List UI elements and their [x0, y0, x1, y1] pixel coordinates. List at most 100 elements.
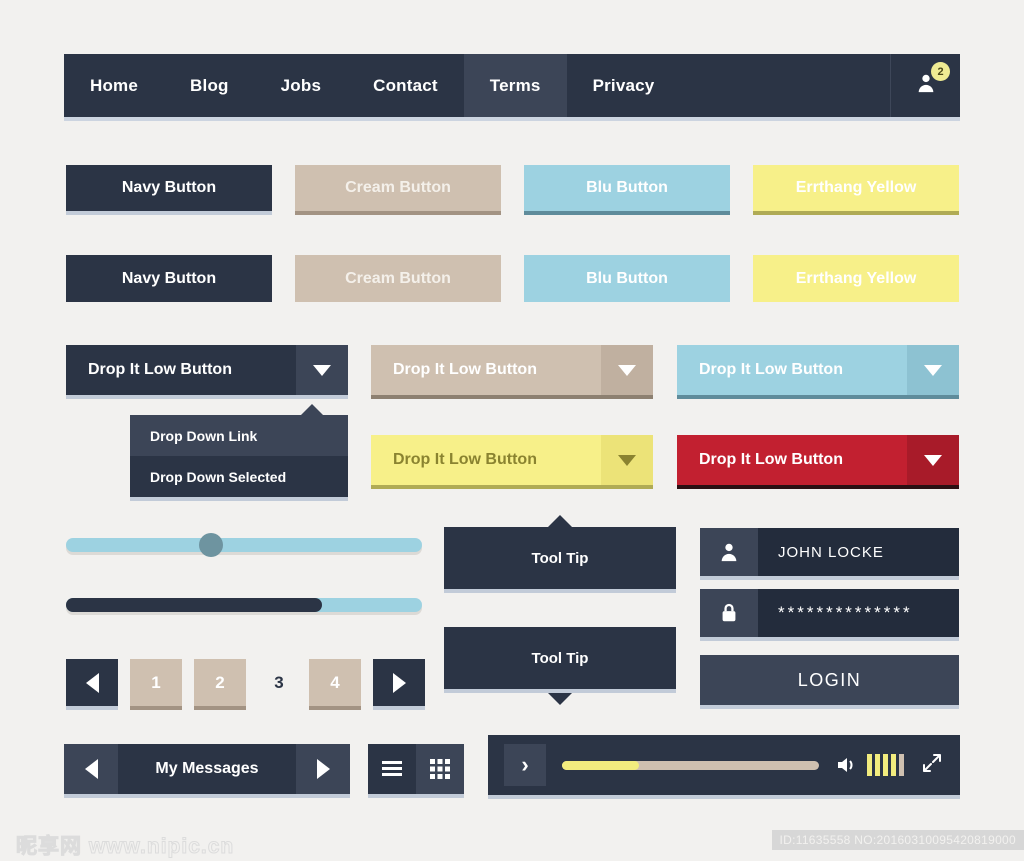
volume-control[interactable]: [835, 754, 904, 776]
triangle-right-icon: [392, 672, 406, 693]
button-label: Blu Button: [586, 179, 668, 196]
yellow-button-raised[interactable]: Errthang Yellow: [753, 165, 959, 211]
navy-button-raised[interactable]: Navy Button: [66, 165, 272, 211]
messages-next-button[interactable]: [296, 744, 350, 794]
cream-button-raised[interactable]: Cream Button: [295, 165, 501, 211]
dropdown-button-blue[interactable]: Drop It Low Button: [677, 345, 959, 395]
volume-bar-5: [899, 754, 904, 776]
navy-button-flat[interactable]: Navy Button: [66, 255, 272, 302]
login-button[interactable]: LOGIN: [700, 655, 959, 705]
user-icon: [700, 528, 758, 576]
dropdown-menu: Drop Down Link Drop Down Selected: [130, 404, 348, 497]
slider-handle[interactable]: [199, 533, 223, 557]
dropdown-button-yellow[interactable]: Drop It Low Button: [371, 435, 653, 485]
button-label: Navy Button: [121, 179, 217, 196]
login-button-label: LOGIN: [797, 669, 862, 690]
tooltip-down: Tool Tip: [444, 627, 676, 705]
nav-user-button[interactable]: 2: [890, 54, 960, 117]
dropdown-label: Drop It Low Button: [393, 361, 537, 378]
nav-label: Contact: [373, 75, 438, 95]
nav-item-terms[interactable]: Terms: [463, 54, 567, 117]
dropdown-label: Drop It Low Button: [88, 361, 232, 378]
page-label: 2: [215, 672, 225, 692]
password-value: **************: [778, 603, 913, 622]
watermark-id: ID:11635558 NO:20160310095420819000: [771, 830, 1024, 850]
speaker-icon: [838, 758, 853, 772]
list-view-button[interactable]: [368, 744, 416, 794]
triangle-left-icon: [84, 759, 98, 779]
chevron-down-icon[interactable]: [296, 345, 348, 395]
page-label: 1: [151, 672, 161, 692]
pagination-page-4[interactable]: 4: [309, 659, 361, 706]
nav-label: Jobs: [280, 75, 322, 95]
dropdown-button-navy[interactable]: Drop It Low Button: [66, 345, 348, 395]
nav-item-home[interactable]: Home: [64, 54, 164, 117]
dropdown-button-red[interactable]: Drop It Low Button: [677, 435, 959, 485]
button-label: Cream Button: [345, 179, 451, 196]
messages-title: My Messages: [118, 744, 296, 794]
play-icon: ›: [521, 752, 529, 777]
tooltip-label: Tool Tip: [531, 649, 589, 667]
pagination-page-3-current[interactable]: 3: [253, 659, 305, 706]
nav-item-contact[interactable]: Contact: [347, 54, 464, 117]
pagination-page-1[interactable]: 1: [130, 659, 182, 706]
button-label: Blu Button: [586, 269, 668, 287]
triangle-left-icon: [85, 672, 99, 693]
chevron-down-icon[interactable]: [907, 345, 959, 395]
navbar: Home Blog Jobs Contact Terms Privacy 2: [64, 54, 960, 117]
blu-button-raised[interactable]: Blu Button: [524, 165, 730, 211]
pagination-page-2[interactable]: 2: [194, 659, 246, 706]
watermark-bar: 昵享网 www.nipic.cn ID:11635558 NO:20160310…: [0, 820, 1024, 861]
page-label: 4: [330, 672, 340, 692]
progress-bar-fill: [66, 598, 322, 612]
media-player: ›: [488, 735, 960, 795]
nav-label: Home: [90, 75, 139, 95]
username-field[interactable]: JOHN LOCKE: [700, 528, 959, 576]
button-label: Errthang Yellow: [795, 269, 917, 287]
chevron-down-icon[interactable]: [601, 435, 653, 485]
lock-icon: [700, 589, 758, 637]
range-slider[interactable]: [66, 533, 422, 557]
password-field[interactable]: **************: [700, 589, 959, 637]
menu-item-label: Drop Down Link: [150, 427, 258, 444]
pagination-prev[interactable]: [66, 659, 118, 706]
cream-button-flat[interactable]: Cream Button: [295, 255, 501, 302]
tooltip-label: Tool Tip: [531, 549, 589, 567]
nav-label: Terms: [489, 75, 541, 95]
nav-item-jobs[interactable]: Jobs: [255, 54, 347, 117]
list-view-icon: [382, 761, 402, 776]
nav-item-blog[interactable]: Blog: [164, 54, 255, 117]
play-button[interactable]: ›: [504, 744, 546, 786]
ui-kit-canvas: Home Blog Jobs Contact Terms Privacy 2 N…: [0, 0, 1024, 861]
dropdown-label: Drop It Low Button: [699, 451, 843, 468]
page-label: 3: [274, 672, 284, 692]
chevron-down-icon[interactable]: [601, 345, 653, 395]
fullscreen-button[interactable]: [920, 751, 944, 780]
media-progress-track[interactable]: [562, 760, 819, 770]
volume-bar-4: [891, 754, 896, 776]
triangle-right-icon: [316, 759, 330, 779]
chevron-down-icon[interactable]: [907, 435, 959, 485]
dropdown-menu-item-selected[interactable]: Drop Down Selected: [130, 456, 348, 497]
username-value: JOHN LOCKE: [778, 543, 884, 561]
volume-bar-1: [867, 754, 872, 776]
view-toggle: [368, 744, 464, 794]
pagination-next[interactable]: [373, 659, 425, 706]
messages-bar: My Messages: [64, 744, 350, 794]
volume-bar-2: [875, 754, 880, 776]
fullscreen-icon: [923, 753, 941, 772]
nav-label: Privacy: [592, 75, 655, 95]
progress-bar[interactable]: [66, 598, 422, 612]
nav-item-privacy[interactable]: Privacy: [567, 54, 681, 117]
grid-view-icon: [430, 759, 450, 779]
grid-view-button[interactable]: [416, 744, 464, 794]
button-label: Errthang Yellow: [795, 179, 917, 196]
blu-button-flat[interactable]: Blu Button: [524, 255, 730, 302]
yellow-button-flat[interactable]: Errthang Yellow: [753, 255, 959, 302]
messages-prev-button[interactable]: [64, 744, 118, 794]
dropdown-label: Drop It Low Button: [699, 361, 843, 378]
volume-bars[interactable]: [867, 754, 904, 776]
dropdown-button-cream[interactable]: Drop It Low Button: [371, 345, 653, 395]
dropdown-menu-item-link[interactable]: Drop Down Link: [130, 415, 348, 456]
